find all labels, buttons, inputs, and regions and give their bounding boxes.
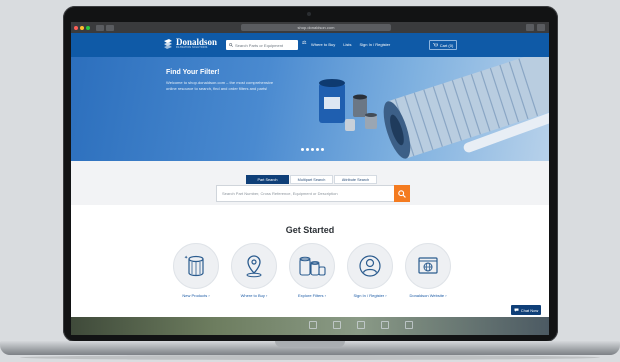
hero-title: Find Your Filter! (166, 69, 220, 76)
tab-part-search[interactable]: Part Search (246, 175, 289, 184)
back-button[interactable] (96, 24, 104, 31)
compare-icon[interactable]: ⚖ (302, 41, 306, 46)
screen: shop.donaldson.com Donaldson FILTRATION … (71, 22, 549, 335)
user-icon (359, 255, 381, 277)
share-button[interactable] (526, 24, 534, 31)
explore-filters-circle (289, 243, 335, 289)
browser-bar: shop.donaldson.com (71, 22, 549, 33)
filter-icon: ✦ (184, 255, 204, 277)
chat-now-button[interactable]: Chat Now (511, 305, 541, 315)
carousel-dot[interactable] (306, 148, 309, 151)
search-section: Part Search Multipart Search Attribute S… (71, 161, 549, 205)
footer-icon (405, 321, 413, 329)
footer-icon (333, 321, 341, 329)
camera-icon (307, 12, 311, 16)
cart-icon (432, 43, 438, 47)
get-started-title: Get Started (285, 225, 335, 235)
get-started-sign-in[interactable]: Sign In / Register › (340, 243, 400, 298)
site-header: Donaldson FILTRATION SOLUTIONS Search Pa… (71, 33, 549, 57)
maximize-window-icon[interactable] (86, 25, 90, 30)
laptop-notch (275, 341, 345, 347)
header-search-placeholder: Search Parts or Equipment (235, 42, 284, 48)
get-started-where-to-buy[interactable]: Where to Buy › (224, 243, 284, 298)
minimize-window-icon[interactable] (80, 25, 84, 30)
tabs-button[interactable] (537, 24, 545, 31)
globe-window-icon (418, 257, 438, 274)
footer-icon (381, 321, 389, 329)
carousel-dot[interactable] (316, 148, 319, 151)
search-tabs: Part Search Multipart Search Attribute S… (246, 175, 377, 184)
svg-text:✦: ✦ (184, 255, 188, 261)
sign-in-link[interactable]: Sign In / Register › (340, 293, 400, 298)
hero-text: Welcome to shop.donaldson.com – the most… (166, 80, 274, 91)
sign-in-circle (347, 243, 393, 289)
donaldson-logo-icon (164, 39, 172, 49)
chat-bubble-icon (514, 308, 519, 312)
logo[interactable]: Donaldson FILTRATION SOLUTIONS (163, 38, 217, 50)
chat-now-label: Chat Now (520, 307, 539, 313)
hero-filters-image (319, 57, 549, 159)
carousel-dot[interactable] (321, 148, 324, 151)
footer-icons (309, 321, 413, 329)
carousel-dot[interactable] (311, 148, 314, 151)
header-nav: Where to Buy Lists Sign In / Register (311, 42, 390, 47)
get-started-donaldson-website[interactable]: Donaldson Website › (398, 243, 458, 298)
part-search-input[interactable]: Search Part Number, Cross Reference, Equ… (216, 185, 396, 202)
get-started-section: Get Started ✦ New Products › Where to Bu… (71, 205, 549, 317)
close-window-icon[interactable] (74, 25, 78, 30)
cart-label: Cart (0) (439, 42, 454, 48)
donaldson-website-circle (405, 243, 451, 289)
search-button[interactable] (394, 185, 410, 202)
carousel-dots (301, 148, 324, 151)
new-products-link[interactable]: New Products › (166, 293, 226, 298)
where-to-buy-circle (231, 243, 277, 289)
explore-filters-link[interactable]: Explore Filters › (282, 293, 342, 298)
cart-button[interactable]: Cart (0) (429, 40, 457, 50)
footer-image-strip (71, 317, 549, 335)
donaldson-website-link[interactable]: Donaldson Website › (398, 293, 458, 298)
hero-banner[interactable]: Find Your Filter! Welcome to shop.donald… (71, 57, 549, 161)
where-to-buy-link[interactable]: Where to Buy › (224, 293, 284, 298)
part-search-placeholder: Search Part Number, Cross Reference, Equ… (222, 191, 338, 196)
header-search-input[interactable]: Search Parts or Equipment (226, 40, 298, 50)
get-started-explore-filters[interactable]: Explore Filters › (282, 243, 342, 298)
footer-icon (309, 321, 317, 329)
carousel-dot[interactable] (301, 148, 304, 151)
location-pin-icon (246, 255, 262, 278)
nav-where-to-buy[interactable]: Where to Buy (311, 42, 335, 47)
search-icon (229, 43, 233, 47)
address-bar[interactable]: shop.donaldson.com (241, 24, 391, 31)
get-started-new-products[interactable]: ✦ New Products › (166, 243, 226, 298)
new-products-circle: ✦ (173, 243, 219, 289)
nav-sign-in[interactable]: Sign In / Register (359, 42, 390, 47)
search-icon (398, 189, 406, 198)
forward-button[interactable] (106, 24, 114, 31)
nav-lists[interactable]: Lists (343, 42, 351, 47)
tab-multipart-search[interactable]: Multipart Search (290, 175, 333, 184)
footer-icon (357, 321, 365, 329)
filters-group-icon (299, 256, 326, 276)
logo-tagline: FILTRATION SOLUTIONS (176, 46, 208, 50)
tab-attribute-search[interactable]: Attribute Search (334, 175, 377, 184)
laptop-shadow (20, 355, 600, 360)
